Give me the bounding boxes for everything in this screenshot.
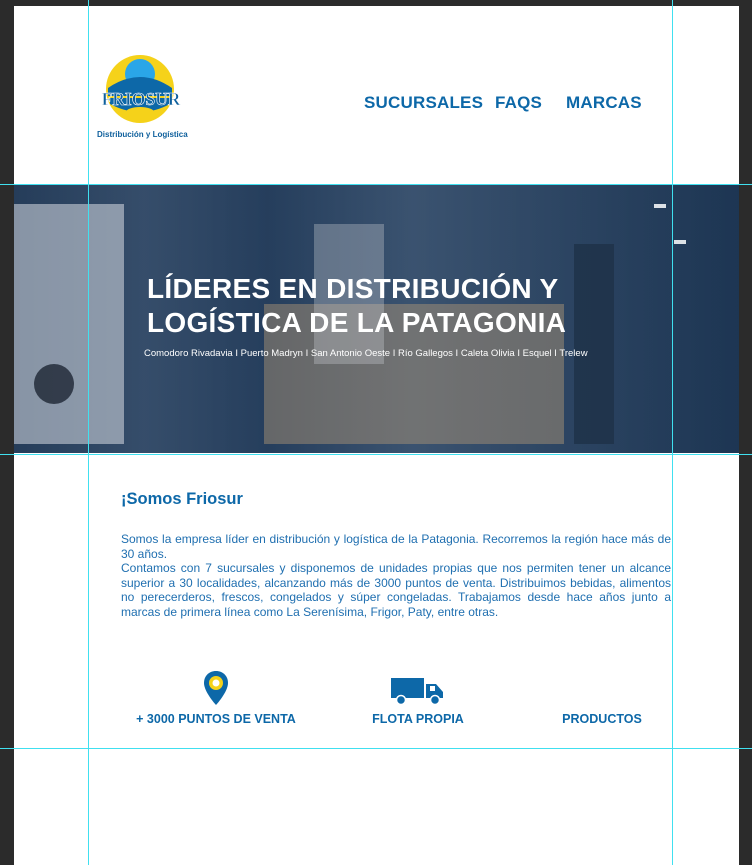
truck-icon bbox=[391, 678, 443, 706]
feature-productos: PRODUCTOS bbox=[552, 712, 652, 726]
logo-tagline: Distribución y Logística bbox=[97, 130, 188, 139]
nav-link-sucursales[interactable]: SUCURSALES bbox=[364, 93, 483, 113]
hero-truck-silhouette bbox=[14, 204, 124, 444]
guide-vertical bbox=[672, 0, 673, 865]
feature-label: PRODUCTOS bbox=[562, 712, 642, 726]
about-title: ¡Somos Friosur bbox=[121, 490, 243, 508]
hero-ceiling-light bbox=[654, 204, 666, 208]
hero-worker bbox=[574, 244, 614, 444]
hero-ceiling-light bbox=[674, 240, 686, 244]
about-paragraph: Somos la empresa líder en distribución y… bbox=[121, 532, 671, 561]
about-text: Somos la empresa líder en distribución y… bbox=[121, 532, 671, 620]
guide-horizontal bbox=[0, 184, 752, 185]
feature-label: + 3000 PUNTOS DE VENTA bbox=[136, 712, 296, 726]
hero-subtitle: Comodoro Rivadavia I Puerto Madryn I San… bbox=[144, 348, 588, 359]
nav-link-faqs[interactable]: FAQS bbox=[495, 93, 542, 113]
hero-banner: LÍDERES EN DISTRIBUCIÓN Y LOGÍSTICA DE L… bbox=[14, 184, 739, 453]
feature-flota-propia: FLOTA PROPIA bbox=[360, 676, 476, 726]
artboard: FRIOSUR Distribución y Logística SUCURSA… bbox=[14, 6, 739, 865]
feature-label: FLOTA PROPIA bbox=[372, 712, 464, 726]
hero-truck-wheel bbox=[34, 364, 74, 404]
guide-horizontal bbox=[0, 454, 752, 455]
guide-horizontal bbox=[0, 748, 752, 749]
map-pin-icon bbox=[204, 671, 228, 705]
feature-puntos-de-venta: + 3000 PUNTOS DE VENTA bbox=[121, 670, 311, 726]
hero-title: LÍDERES EN DISTRIBUCIÓN Y LOGÍSTICA DE L… bbox=[147, 273, 567, 338]
nav-link-marcas[interactable]: MARCAS bbox=[566, 93, 642, 113]
about-paragraph: Contamos con 7 sucursales y disponemos d… bbox=[121, 561, 671, 619]
main-nav: SUCURSALES FAQS MARCAS bbox=[14, 93, 739, 115]
guide-vertical bbox=[88, 0, 89, 865]
